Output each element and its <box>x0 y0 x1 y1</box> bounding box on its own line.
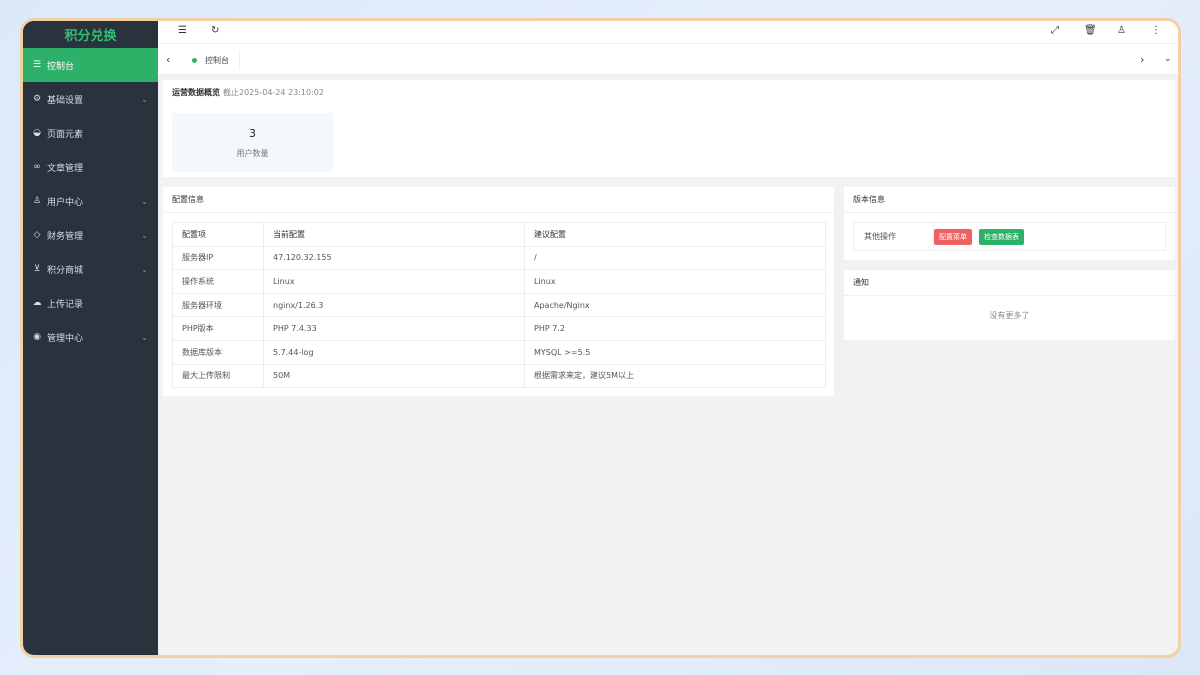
stat-value: 3 <box>249 126 256 140</box>
table-cell: 50M <box>263 363 525 389</box>
sidebar-item[interactable]: ☰ 控制台 <box>23 48 158 82</box>
table-cell: 5.7.44-log <box>263 339 525 365</box>
sidebar-item-label: 用户中心 <box>47 197 84 208</box>
chevron-down-icon: ⌄ <box>141 196 148 206</box>
menu-fold-icon[interactable]: ☰ <box>178 25 187 36</box>
table-cell: 根据需求来定，建议5M以上 <box>524 363 826 389</box>
chevron-down-icon: ⌄ <box>141 94 148 104</box>
brand-title: 积分兑换 <box>23 21 158 48</box>
chevron-down-icon: ⌄ <box>141 332 148 342</box>
table-cell: Linux <box>263 269 525 294</box>
active-dot-icon <box>192 57 197 63</box>
stat-label: 用户数量 <box>236 148 269 158</box>
table-cell: Linux <box>524 269 826 294</box>
sidebar-item[interactable]: ◒ 页面元素 <box>23 116 158 150</box>
user-icon[interactable]: ♙ <box>1117 25 1126 36</box>
version-card: 版本信息 其他操作 配置菜单 检查数据表 <box>844 187 1175 260</box>
tab-label: 控制台 <box>205 55 229 65</box>
sidebar-item-label: 基础设置 <box>47 95 84 106</box>
table-row: 服务器环境 nginx/1.26.3 Apache/Nginx <box>172 292 826 318</box>
notice-empty-text: 没有更多了 <box>989 311 1030 320</box>
table-cell: PHP 7.2 <box>524 316 826 341</box>
overview-subtitle: 截止2025-04-24 23:10:02 <box>223 87 324 97</box>
target-icon: ◉ <box>33 332 41 342</box>
sidebar-item[interactable]: ◉ 管理中心 ⌄ <box>23 320 158 354</box>
notice-header: 通知 <box>844 270 1175 296</box>
col-header: 配置项 <box>172 222 264 247</box>
more-vertical-icon[interactable]: ⋮ <box>1151 25 1161 36</box>
overview-header: 运营数据概览 截止2025-04-24 23:10:02 <box>163 80 1175 104</box>
trash-icon[interactable]: 🗑 <box>1084 25 1097 36</box>
chevron-down-icon: ⌄ <box>141 230 148 240</box>
table-cell: 最大上传限制 <box>172 363 264 389</box>
main-area: ☰ ↻ ⤢ 🗑 ♙ ⋮ ‹ 控制台 › ⌄ 运营数据概览 截止2025-04-2… <box>158 21 1178 655</box>
table-cell: / <box>524 245 826 271</box>
shield-icon: ◇ <box>33 230 41 240</box>
sidebar-item-label: 上传记录 <box>47 299 84 310</box>
cloud-upload-icon: ☁ <box>32 298 42 308</box>
overview-card: 运营数据概览 截止2025-04-24 23:10:02 3 用户数量 <box>163 80 1175 177</box>
config-table: 配置项 当前配置 建议配置 服务器IP 47.120.32.155/操作系统 Lin… <box>172 222 826 389</box>
config-card: 配置信息 配置项 当前配置 建议配置 服务器IP 47.120.32.155/操作… <box>163 187 834 396</box>
sidebar-menu: ☰ 控制台 ⚙ 基础设置 ⌄ ◒ 页面元素 ∞ 文章管理 ♙ 用户中心 ⌄ ◇ 财务管理 ⌄ ⊻ 积分商城 ⌄ ☁ 上… <box>23 48 158 354</box>
table-row: 操作系统 Linux Linux <box>172 269 826 294</box>
sidebar-item[interactable]: ⚙ 基础设置 ⌄ <box>23 82 158 116</box>
table-cell: MYSQL >=5.5 <box>524 339 826 365</box>
table-row: 数据库版本 5.7.44-log MYSQL >=5.5 <box>172 339 826 365</box>
col-header: 当前配置 <box>263 222 525 247</box>
sidebar-item-label: 文章管理 <box>47 163 84 174</box>
table-cell: 操作系统 <box>172 269 264 294</box>
link-icon: ∞ <box>33 162 41 172</box>
gear-icon: ⚙ <box>32 94 42 104</box>
table-header-row: 配置项 当前配置 建议配置 <box>172 222 826 247</box>
sliders-icon: ☰ <box>32 60 42 70</box>
overview-title: 运营数据概览 <box>172 87 220 97</box>
tab-next-icon[interactable]: › <box>1140 53 1144 66</box>
other-ops-label: 其他操作 <box>854 223 934 250</box>
sidebar-item-label: 页面元素 <box>47 129 84 140</box>
app-window: 积分兑换 ☰ 控制台 ⚙ 基础设置 ⌄ ◒ 页面元素 ∞ 文章管理 ♙ 用户中心 ⌄ ◇ 财务管理 ⌄ ⊻ 积分… <box>20 18 1181 658</box>
col-header: 建议配置 <box>524 222 826 247</box>
tab-prev-icon[interactable]: ‹ <box>166 53 170 66</box>
content-area: 运营数据概览 截止2025-04-24 23:10:02 3 用户数量 配置信息… <box>158 75 1178 655</box>
palette-icon: ◒ <box>33 128 41 138</box>
chevron-down-icon: ⌄ <box>141 264 148 274</box>
sidebar-item[interactable]: ∞ 文章管理 <box>23 150 158 184</box>
stat-user-count[interactable]: 3 用户数量 <box>172 113 333 172</box>
sidebar-item[interactable]: ♙ 用户中心 ⌄ <box>23 184 158 218</box>
tab-bar: ‹ 控制台 › ⌄ <box>158 43 1178 75</box>
table-cell: 服务器环境 <box>172 292 264 318</box>
version-header: 版本信息 <box>844 187 1175 213</box>
sidebar-item-label: 积分商城 <box>47 265 84 276</box>
sidebar-item[interactable]: ⊻ 积分商城 ⌄ <box>23 252 158 286</box>
table-cell: nginx/1.26.3 <box>263 292 525 318</box>
config-header: 配置信息 <box>163 187 834 213</box>
sidebar-item[interactable]: ◇ 财务管理 ⌄ <box>23 218 158 252</box>
table-row: 服务器IP 47.120.32.155/ <box>172 245 826 271</box>
version-ops-row: 其他操作 配置菜单 检查数据表 <box>853 222 1166 251</box>
notice-card: 通知 没有更多了 <box>844 270 1175 340</box>
sidebar-item-label: 财务管理 <box>47 231 84 242</box>
sidebar: 积分兑换 ☰ 控制台 ⚙ 基础设置 ⌄ ◒ 页面元素 ∞ 文章管理 ♙ 用户中心 ⌄ ◇ 财务管理 ⌄ ⊻ 积分… <box>23 21 158 655</box>
check-db-button[interactable]: 检查数据表 <box>979 228 1024 245</box>
top-toolbar: ☰ ↻ ⤢ 🗑 ♙ ⋮ <box>158 21 1178 43</box>
fullscreen-icon[interactable]: ⤢ <box>1051 25 1059 36</box>
cart-icon: ⊻ <box>33 264 41 274</box>
table-cell: 服务器IP <box>172 245 264 271</box>
table-cell: 47.120.32.155 <box>263 245 525 271</box>
sidebar-item[interactable]: ☁ 上传记录 <box>23 286 158 320</box>
table-cell: PHP 7.4.33 <box>263 316 525 341</box>
user-icon: ♙ <box>32 196 42 206</box>
refresh-icon[interactable]: ↻ <box>211 25 219 36</box>
table-cell: Apache/Nginx <box>524 292 826 318</box>
table-cell: PHP版本 <box>172 316 264 341</box>
table-cell: 数据库版本 <box>172 339 264 365</box>
tab-dropdown-icon[interactable]: ⌄ <box>1164 54 1172 64</box>
table-row: PHP版本 PHP 7.4.33 PHP 7.2 <box>172 316 826 341</box>
table-row: 最大上传限制 50M 根据需求来定，建议5M以上 <box>172 363 826 389</box>
config-menu-button[interactable]: 配置菜单 <box>934 228 972 245</box>
sidebar-item-label: 管理中心 <box>47 333 84 344</box>
tab-dashboard[interactable]: 控制台 <box>184 50 240 70</box>
sidebar-item-label: 控制台 <box>47 61 75 72</box>
